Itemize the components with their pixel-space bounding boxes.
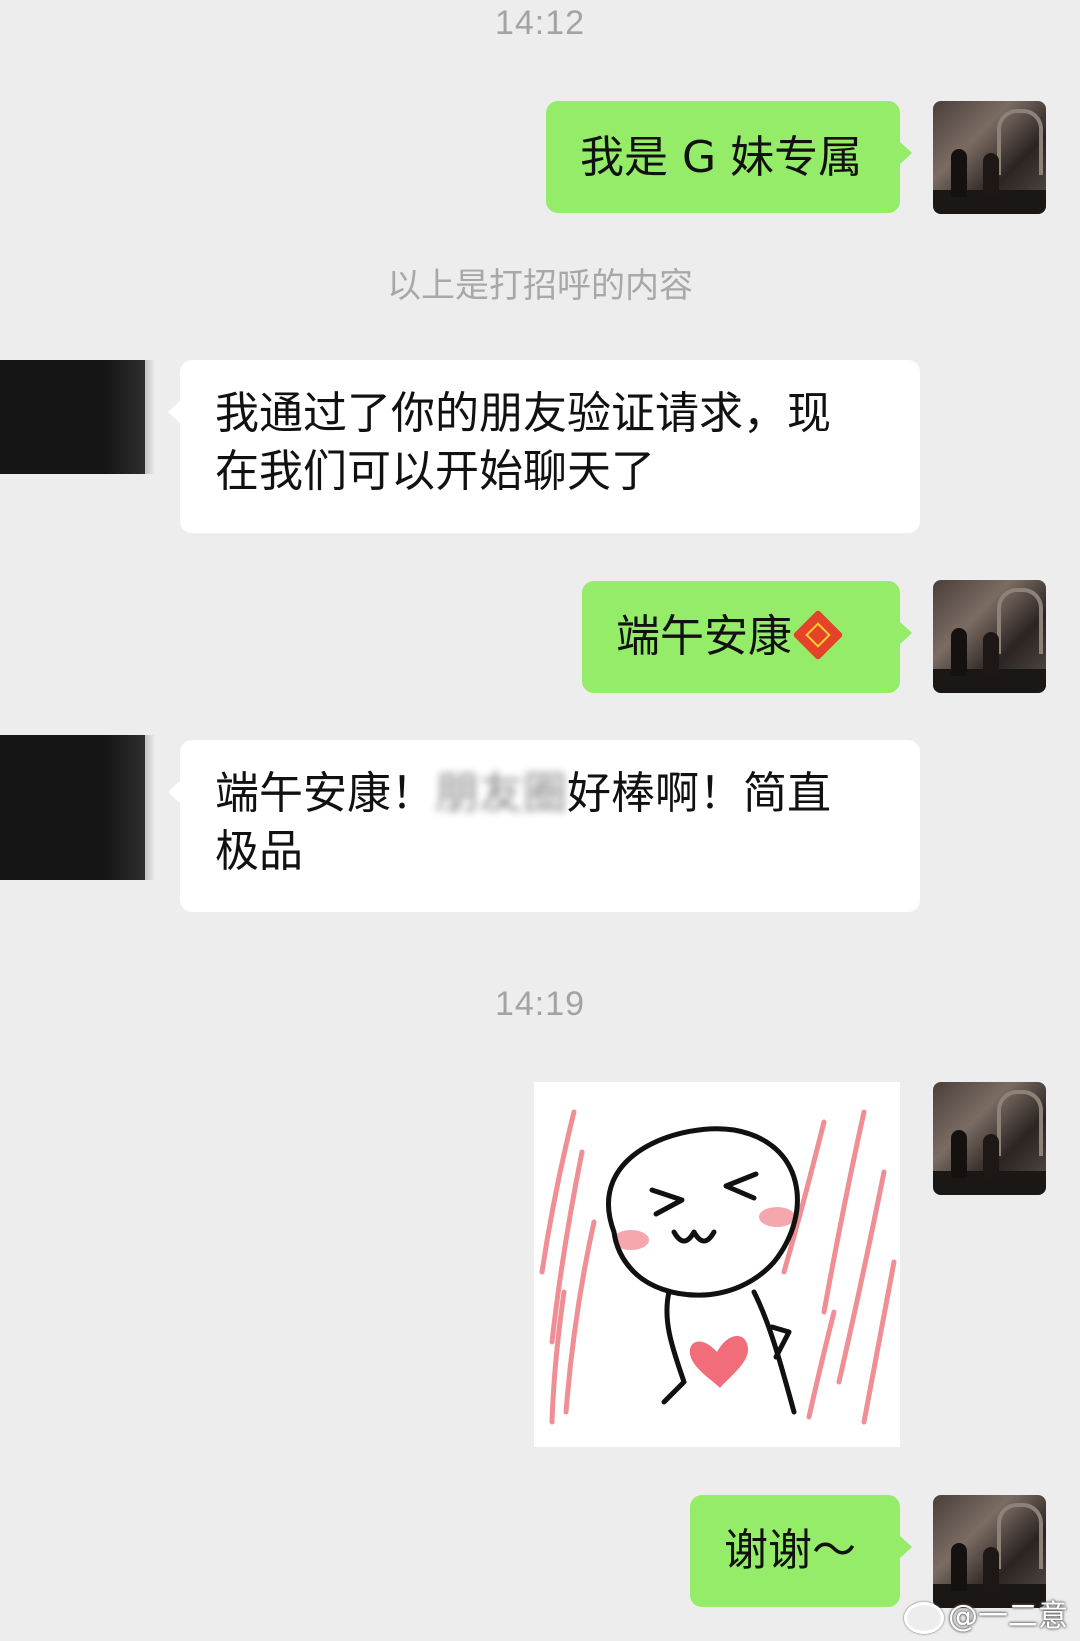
timestamp: 14:19 — [494, 985, 586, 1023]
my-avatar[interactable] — [933, 1082, 1046, 1195]
message-text-line: 我通过了你的朋友验证请求，现 — [215, 388, 831, 439]
message-text: 我是 G 妹专属 — [580, 132, 863, 183]
greeting-system-note: 以上是打招呼的内容 — [387, 266, 693, 306]
my-avatar[interactable] — [933, 101, 1046, 214]
sticker-illustration — [539, 1109, 897, 1425]
weibo-icon — [904, 1601, 944, 1634]
message-text: 谢谢～ — [724, 1525, 856, 1576]
outgoing-message-bubble[interactable]: 谢谢～ — [690, 1495, 912, 1607]
contact-avatar-redacted[interactable] — [0, 360, 155, 474]
contact-avatar-redacted[interactable] — [0, 735, 155, 880]
message-text-line: 在我们可以开始聊天了 — [215, 446, 655, 497]
my-avatar[interactable] — [933, 580, 1046, 693]
weibo-watermark: @一二意 — [904, 1591, 1068, 1635]
message-text-line: 端午安康！朋友圈好棒啊！简直 — [215, 765, 900, 823]
timestamp: 14:12 — [494, 4, 586, 42]
message-text-part: 好棒啊！简直 — [567, 768, 831, 819]
blushing-face-heart-sticker[interactable] — [534, 1082, 900, 1447]
message-text: 端午安康 — [616, 611, 792, 662]
message-text-part: 端午安康！ — [215, 768, 435, 819]
message-text-line: 极品 — [215, 826, 303, 877]
incoming-message-bubble[interactable]: 我通过了你的朋友验证请求，现 在我们可以开始聊天了 — [168, 360, 920, 533]
outgoing-message-bubble[interactable]: 我是 G 妹专属 — [546, 101, 912, 213]
redacted-text: 朋友圈 — [435, 768, 567, 819]
watermark-text: @一二意 — [948, 1599, 1068, 1634]
outgoing-message-bubble[interactable]: 端午安康 — [582, 581, 912, 693]
fu-icon — [792, 609, 844, 661]
incoming-message-bubble[interactable]: 端午安康！朋友圈好棒啊！简直 极品 — [168, 740, 920, 912]
